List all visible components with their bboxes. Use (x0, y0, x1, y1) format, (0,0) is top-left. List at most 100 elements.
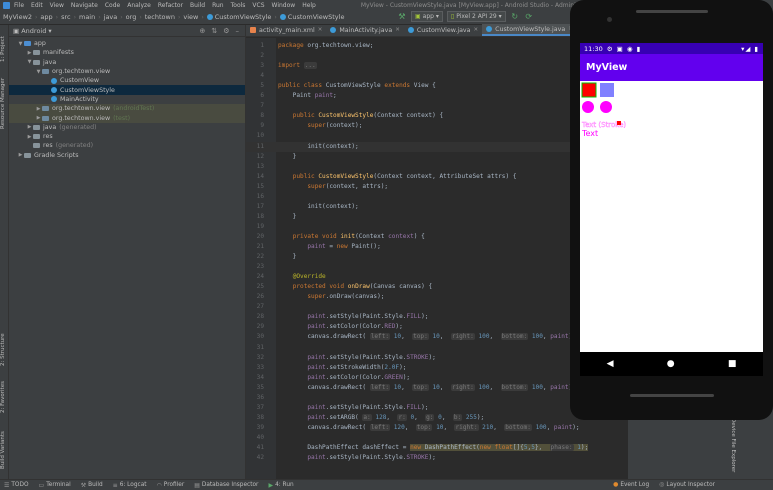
tree-item[interactable]: ▶ org.techtown.view (androidTest) (9, 104, 245, 114)
emulator-screen[interactable]: 11:30 ⚙ ▣ ◉ ▮ ▾◢ ▮ MyView Text (Stroke) … (580, 43, 763, 376)
menu-vcs[interactable]: VCS (252, 2, 264, 9)
tree-item[interactable]: ▶ res (9, 132, 245, 141)
tool-profiler[interactable]: ◠ Profiler (157, 482, 185, 489)
breadcrumb-member[interactable]: CustomViewStyle (288, 13, 345, 21)
tool-tab-structure[interactable]: 2: Structure (0, 330, 9, 370)
menu-file[interactable]: File (14, 2, 24, 9)
code-line[interactable]: 39 canvas.drawRect( left: 120, top: 10, … (246, 423, 629, 433)
back-icon[interactable]: ◀ (607, 359, 614, 369)
code-line[interactable]: 38 paint.setARGB( a: 128, r: 0, g: 0, b:… (246, 413, 629, 423)
line-number: 31 (256, 343, 264, 351)
breadcrumb-main[interactable]: main (79, 13, 95, 21)
device-select[interactable]: ▯ Pixel 2 API 29 ▾ (446, 11, 506, 22)
menu-view[interactable]: View (50, 2, 64, 9)
chevron-down-icon[interactable]: ▼ (17, 41, 24, 47)
tree-item[interactable]: CustomView (9, 76, 245, 85)
collapse-icon[interactable]: ⇅ (211, 27, 217, 35)
breadcrumb-view[interactable]: view (183, 13, 198, 21)
tool-database-inspector[interactable]: ▤ Database Inspector (194, 482, 258, 489)
chevron-down-icon[interactable]: ▼ (35, 69, 42, 75)
menu-analyze[interactable]: Analyze (127, 2, 151, 9)
menu-window[interactable]: Window (272, 2, 296, 9)
menu-edit[interactable]: Edit (31, 2, 43, 9)
tree-item-label: java (43, 123, 57, 131)
blue-rectangle (600, 83, 614, 97)
chevron-right-icon[interactable]: ▶ (26, 124, 33, 130)
gear-icon[interactable]: ⚙ (223, 27, 229, 35)
tool-build[interactable]: ⚒ Build (81, 482, 103, 489)
project-view-label: Android (21, 26, 47, 35)
breadcrumb-separator: › (201, 13, 204, 21)
tree-item[interactable]: CustomViewStyle (9, 85, 245, 95)
editor-tab[interactable]: activity_main.xml ✕ (246, 24, 326, 36)
tool-run[interactable]: ▶ 4: Run (268, 482, 293, 489)
code-line[interactable]: 40 (246, 433, 629, 443)
menu-tools[interactable]: Tools (231, 2, 246, 9)
tree-item[interactable]: ▶ org.techtown.view (test) (9, 113, 245, 123)
code-line[interactable]: 42 paint.setStyle(Paint.Style.STROKE); (246, 453, 629, 463)
line-number: 33 (256, 363, 264, 371)
tree-item[interactable]: ▶ manifests (9, 48, 245, 57)
tree-item[interactable]: ▼ org.techtown.view (9, 67, 245, 76)
close-icon[interactable]: ✕ (318, 27, 323, 33)
breadcrumb-org[interactable]: org (126, 13, 137, 21)
line-number: 2 (260, 52, 264, 60)
chevron-down-icon[interactable]: ▼ (26, 59, 33, 65)
tree-item[interactable]: ▼ java (9, 58, 245, 67)
bottom-tool-bar: ☰ TODO ▭ Terminal ⚒ Build ≡ 6: Logcat ◠ Profi… (0, 479, 773, 490)
tree-item[interactable]: ▼ app (9, 39, 245, 48)
breadcrumb-project[interactable]: MyView2 (3, 13, 32, 21)
tool-tab-resource-manager[interactable]: Resource Manager (0, 73, 9, 133)
tree-item[interactable]: ▶ java (generated) (9, 123, 245, 132)
tool-tab-device-file-explorer[interactable]: Device File Explorer (730, 418, 736, 472)
hammer-icon[interactable]: ⚒ (397, 12, 407, 22)
code-line[interactable]: 41 DashPathEffect dashEffect = new DashP… (246, 443, 629, 453)
tree-item[interactable]: MainActivity (9, 95, 245, 104)
chevron-right-icon[interactable]: ▶ (35, 115, 42, 121)
module-folder-icon (24, 41, 31, 47)
breadcrumb-module[interactable]: app (40, 13, 52, 21)
tree-item[interactable]: res (generated) (9, 141, 245, 150)
run-config-select[interactable]: ▣ app ▾ (411, 11, 443, 22)
rerun-icon[interactable]: ↻ (510, 12, 520, 22)
apply-changes-icon[interactable]: ⟳ (524, 12, 534, 22)
recents-icon[interactable]: ■ (728, 359, 737, 369)
tree-item[interactable]: ▶ Gradle Scripts (9, 151, 245, 160)
breadcrumb-src[interactable]: src (61, 13, 71, 21)
menu-help[interactable]: Help (302, 2, 316, 9)
chevron-right-icon[interactable]: ▶ (17, 152, 24, 158)
menu-code[interactable]: Code (105, 2, 120, 9)
breadcrumb-class[interactable]: CustomViewStyle (215, 13, 272, 21)
tool-terminal[interactable]: ▭ Terminal (39, 482, 71, 489)
menu-refactor[interactable]: Refactor (158, 2, 183, 9)
close-icon[interactable]: ✕ (474, 27, 479, 33)
tool-logcat[interactable]: ≡ 6: Logcat (113, 482, 147, 489)
tool-layout-inspector[interactable]: ◎ Layout Inspector (659, 481, 715, 488)
chevron-right-icon[interactable]: ▶ (35, 106, 42, 112)
editor-tab[interactable]: CustomViewStyle.java✕ (482, 24, 577, 36)
menu-navigate[interactable]: Navigate (71, 2, 98, 9)
editor-tab[interactable]: CustomView.java ✕ (404, 24, 482, 36)
chevron-right-icon[interactable]: ▶ (26, 50, 33, 56)
home-icon[interactable]: ● (667, 359, 675, 369)
tool-todo[interactable]: ☰ TODO (4, 482, 29, 489)
tool-tab-build-variants[interactable]: Build Variants (0, 425, 9, 475)
close-icon[interactable]: ✕ (395, 27, 400, 33)
database-icon: ▤ (194, 481, 200, 489)
project-view-select[interactable]: ▣ Android ▾ (13, 27, 52, 35)
menu-build[interactable]: Build (190, 2, 205, 9)
tool-event-log[interactable]: ● Event Log (613, 481, 649, 488)
minimize-icon[interactable]: – (236, 27, 240, 35)
breadcrumb-java[interactable]: java (104, 13, 118, 21)
menu-run[interactable]: Run (212, 2, 224, 9)
tool-tab-project[interactable]: 1: Project (0, 29, 9, 69)
code-text: init(context); (278, 142, 359, 150)
class-icon (330, 27, 337, 33)
editor-tab[interactable]: MainActivity.java ✕ (326, 24, 404, 36)
magenta-circle (600, 101, 612, 113)
tool-tab-favorites[interactable]: 2: Favorites (0, 375, 9, 419)
code-text: paint.setStyle(Paint.Style.STROKE); (307, 353, 436, 361)
breadcrumb-techtown[interactable]: techtown (145, 13, 175, 21)
chevron-right-icon[interactable]: ▶ (26, 134, 33, 140)
locate-icon[interactable]: ⊕ (199, 27, 205, 35)
